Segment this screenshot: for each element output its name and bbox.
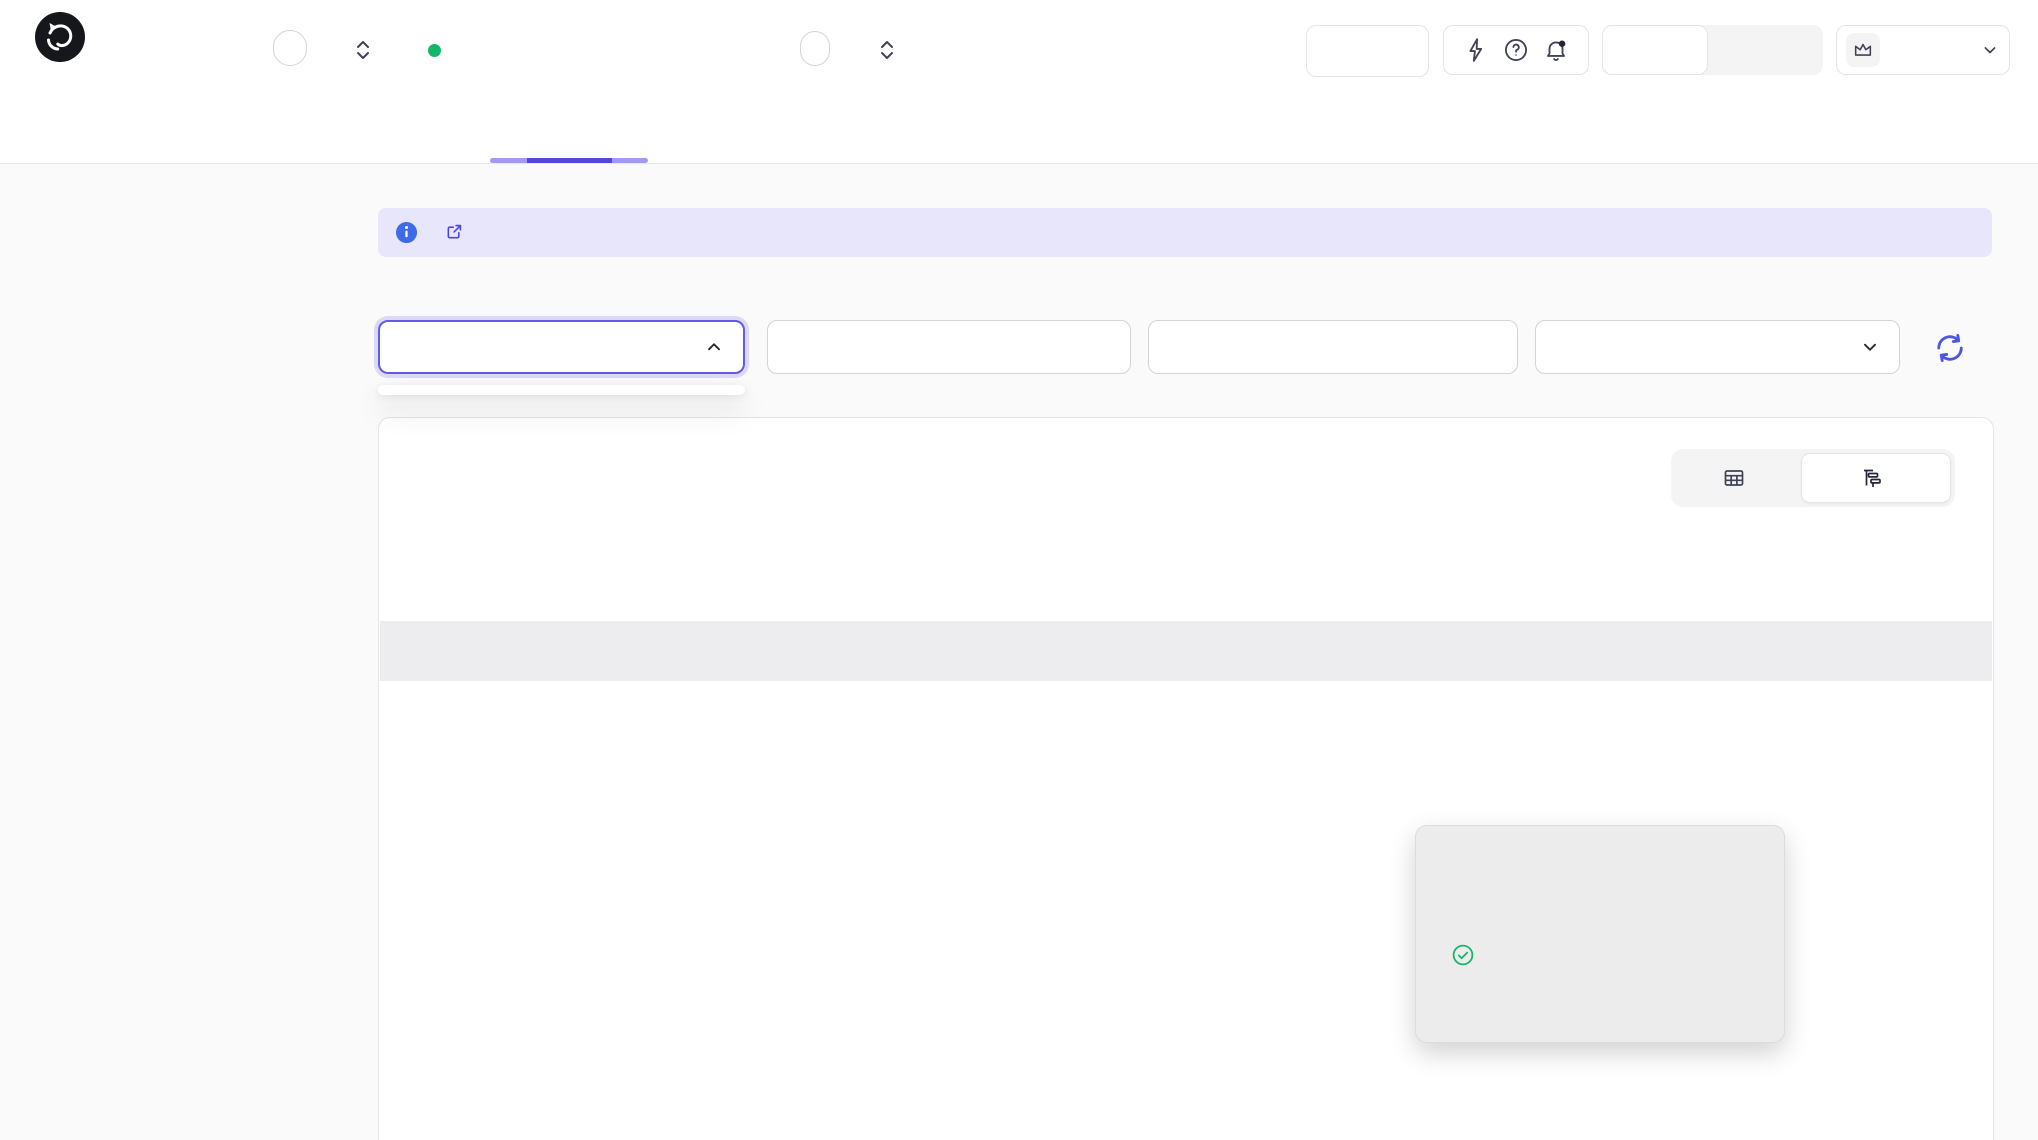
table-grid-icon <box>1722 466 1746 490</box>
service-switcher-chevrons-icon[interactable] <box>876 37 898 63</box>
banner-text <box>438 222 473 244</box>
table-timeline-switch <box>1671 449 1955 507</box>
info-banner <box>378 208 1992 257</box>
status-select[interactable] <box>1535 320 1900 374</box>
tiger-logo-icon[interactable] <box>35 12 85 62</box>
notifications-bell-icon[interactable] <box>1543 37 1569 63</box>
chevron-down-icon <box>1859 336 1881 358</box>
job-run-tooltip <box>1415 825 1785 1043</box>
refresh-icon[interactable] <box>1932 330 1968 366</box>
job-type-dropdown-menu <box>378 385 745 395</box>
crown-icon <box>1846 33 1880 67</box>
view-mode-toggle <box>1602 25 1823 75</box>
header-icons-group <box>1443 25 1589 75</box>
info-icon <box>395 177 427 288</box>
active-tab-underline-core <box>527 158 612 163</box>
feedback-button[interactable] <box>1306 25 1429 77</box>
job-type-select[interactable] <box>378 320 745 374</box>
table-view-button[interactable] <box>1675 453 1801 503</box>
project-switcher-chevrons-icon[interactable] <box>352 37 374 63</box>
chevron-down-icon <box>1980 40 2000 60</box>
user-menu-button[interactable] <box>1836 25 2010 75</box>
tooltip-status-line <box>1443 943 1483 967</box>
procedure-name-input[interactable] <box>767 320 1131 374</box>
bolt-icon[interactable] <box>1463 37 1489 63</box>
timeline-header-band <box>380 621 1992 681</box>
jobs-panel <box>378 417 1994 1140</box>
service-status-dot <box>428 44 441 57</box>
circle-check-icon <box>1451 943 1475 967</box>
plan-badge <box>273 30 307 66</box>
chevron-up-icon <box>703 336 725 358</box>
external-link-icon[interactable] <box>445 222 464 243</box>
app-root <box>0 0 2038 1140</box>
ops-view-button[interactable] <box>1602 25 1708 75</box>
main-tab-bar <box>0 100 2038 164</box>
target-object-input[interactable] <box>1148 320 1518 374</box>
help-icon[interactable] <box>1503 37 1529 63</box>
timeline-gantt-icon <box>1860 466 1884 490</box>
environment-badge <box>800 31 830 66</box>
timeline-view-button[interactable] <box>1801 453 1951 503</box>
